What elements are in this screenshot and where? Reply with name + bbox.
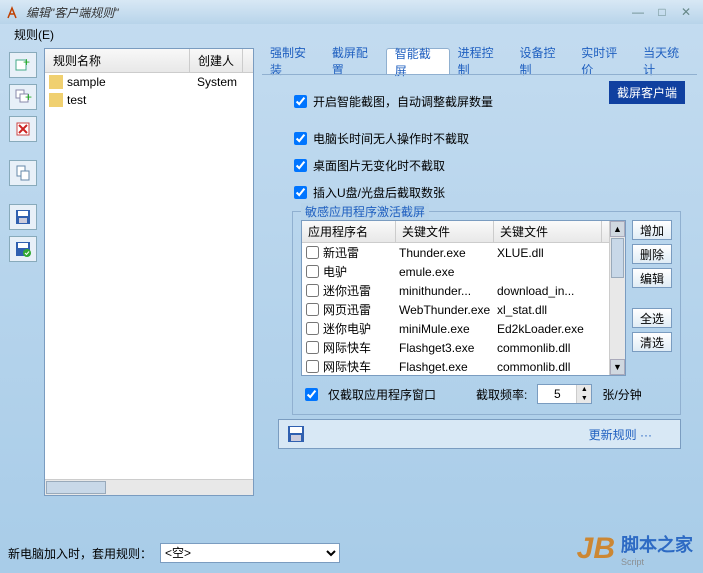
delete-button[interactable]: 删除 [632,244,672,264]
chk-usb-shot[interactable] [294,186,307,199]
scroll-down-icon[interactable]: ▼ [610,359,625,375]
update-bar: 更新规则 ··· [278,419,681,449]
new-rule-button[interactable]: + [9,52,37,78]
save-icon[interactable] [287,425,305,443]
chk-smart-enable[interactable] [294,95,307,108]
tab-2[interactable]: 智能截屏 [386,48,450,74]
app-row-check[interactable] [306,341,319,354]
rule-icon [49,93,63,107]
client-badge: 截屏客户端 [609,81,685,104]
close-button[interactable]: ✕ [675,4,697,20]
window-title: 编辑"客户端规则" [26,4,627,21]
app-row[interactable]: 网页迅雷WebThunder.exexl_stat.dll [302,300,609,319]
rule-col-name[interactable]: 规则名称 [45,49,190,72]
save-button[interactable] [9,204,37,230]
app-row[interactable]: 网际快车Flashget3.execommonlib.dll [302,338,609,357]
add-button[interactable]: 增加 [632,220,672,240]
app-row[interactable]: 迷你电驴miniMule.exeEd2kLoader.exe [302,319,609,338]
minimize-button[interactable]: — [627,4,649,20]
app-row[interactable]: 电驴emule.exe [302,262,609,281]
scroll-up-icon[interactable]: ▲ [610,221,625,237]
chk-nochange-skip-label: 桌面图片无变化时不截取 [313,157,445,174]
fieldset-legend: 敏感应用程序激活截屏 [301,203,429,220]
app-row-check[interactable] [306,322,319,335]
app-row-check[interactable] [306,303,319,316]
freq-input[interactable] [538,387,576,401]
svg-text:+: + [25,90,32,104]
chk-smart-enable-label: 开启智能截图，自动调整截屏数量 [313,93,493,110]
chk-idle-skip-label: 电脑长时间无人操作时不截取 [313,130,469,147]
apply-rule-label: 新电脑加入时，套用规则： [8,545,152,562]
select-all-button[interactable]: 全选 [632,308,672,328]
app-row[interactable]: 新迅雷Thunder.exeXLUE.dll [302,243,609,262]
paste-rule-button[interactable] [9,160,37,186]
edit-button[interactable]: 编辑 [632,268,672,288]
maximize-button[interactable]: □ [651,4,673,20]
watermark-logo: JB [577,532,615,566]
freq-unit: 张/分钟 [602,386,641,403]
chk-idle-skip[interactable] [294,132,307,145]
tab-4[interactable]: 设备控制 [511,48,573,74]
rule-row[interactable]: test [45,91,253,109]
tab-0[interactable]: 强制安装 [262,48,324,74]
app-icon [6,4,22,20]
watermark-sub: Script [621,557,693,567]
watermark: JB 脚本之家 Script [577,531,693,567]
app-table: 应用程序名 关键文件 关键文件 新迅雷Thunder.exeXLUE.dll电驴… [301,220,626,376]
chk-only-app-window-label: 仅截取应用程序窗口 [328,386,436,403]
menu-rules[interactable]: 规则(E) [8,24,60,45]
apptable-h2[interactable]: 关键文件 [396,221,494,242]
watermark-name: 脚本之家 [621,531,693,557]
tab-1[interactable]: 截屏配置 [324,48,386,74]
app-row[interactable]: 迷你迅雷minithunder...download_in... [302,281,609,300]
rule-col-creator[interactable]: 创建人 [190,49,243,72]
apply-rule-select[interactable]: <空> [160,543,340,563]
spin-down-icon[interactable]: ▼ [577,394,591,403]
app-row-check[interactable] [306,360,319,373]
app-row-check[interactable] [306,265,319,278]
tab-3[interactable]: 进程控制 [450,48,512,74]
app-row[interactable]: 网际快车Flashget.execommonlib.dll [302,357,609,375]
spin-up-icon[interactable]: ▲ [577,385,591,394]
app-table-vscroll[interactable]: ▲ ▼ [609,221,625,375]
left-toolbar: + + [6,48,40,496]
rule-icon [49,75,63,89]
apptable-h3[interactable]: 关键文件 [494,221,602,242]
app-row-check[interactable] [306,246,319,259]
chk-nochange-skip[interactable] [294,159,307,172]
apptable-h1[interactable]: 应用程序名 [302,221,396,242]
chk-only-app-window[interactable] [305,388,318,401]
tab-5[interactable]: 实时评价 [573,48,635,74]
chk-usb-shot-label: 插入U盘/光盘后截取数张 [313,184,445,201]
rule-list: 规则名称 创建人 sampleSystemtest [44,48,254,496]
rule-row[interactable]: sampleSystem [45,73,253,91]
copy-rule-button[interactable]: + [9,84,37,110]
app-row-check[interactable] [306,284,319,297]
hscrollbar[interactable] [45,479,253,495]
delete-rule-button[interactable] [9,116,37,142]
clear-sel-button[interactable]: 清选 [632,332,672,352]
update-rule-link[interactable]: 更新规则 ··· [589,426,652,443]
svg-text:+: + [23,56,30,69]
save-all-button[interactable] [9,236,37,262]
freq-label: 截取频率: [476,386,527,403]
tab-6[interactable]: 当天统计 [635,48,697,74]
